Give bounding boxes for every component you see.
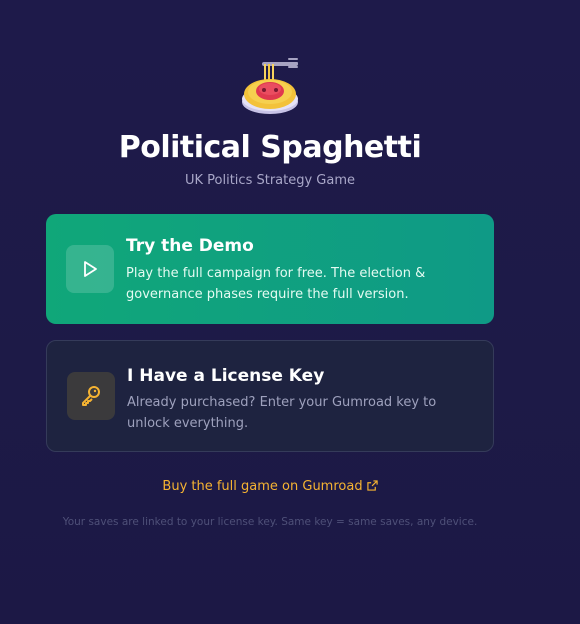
spaghetti-bowl-icon <box>236 52 304 118</box>
demo-card-title: Try the Demo <box>126 236 254 256</box>
license-card-title: I Have a License Key <box>127 366 325 386</box>
external-link-icon <box>366 480 378 495</box>
demo-card-description: Play the full campaign for free. The ele… <box>126 266 426 302</box>
key-icon <box>67 372 115 420</box>
launcher-page: Political Spaghetti UK Politics Strategy… <box>0 0 580 624</box>
app-title: Political Spaghetti <box>118 130 422 165</box>
buy-on-gumroad-link[interactable]: Buy the full game on Gumroad <box>0 479 540 495</box>
play-icon <box>66 245 114 293</box>
license-key-button[interactable]: I Have a License Key Already purchased? … <box>46 340 494 452</box>
app-subtitle: UK Politics Strategy Game <box>184 173 356 188</box>
license-card-description: Already purchased? Enter your Gumroad ke… <box>127 395 437 431</box>
license-footnote: Your saves are linked to your license ke… <box>62 516 478 528</box>
try-demo-button[interactable]: Try the Demo Play the full campaign for … <box>46 214 494 324</box>
buy-link-label: Buy the full game on Gumroad <box>162 479 363 494</box>
